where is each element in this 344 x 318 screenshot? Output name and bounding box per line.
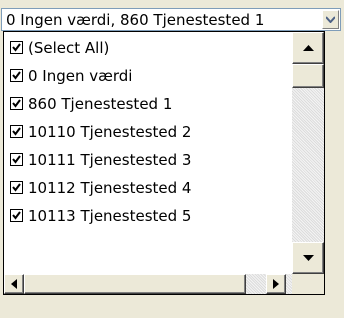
arrow-up-icon <box>303 45 314 51</box>
list-item[interactable]: 10112 Tjenestested 4 <box>10 174 291 202</box>
checkbox[interactable] <box>10 41 23 54</box>
chevron-down-icon <box>326 16 335 23</box>
arrow-left-icon <box>11 279 17 289</box>
item-label: 860 Tjenestested 1 <box>28 95 173 113</box>
arrow-down-icon <box>303 255 314 261</box>
checkmark-icon <box>12 211 21 220</box>
checkbox[interactable] <box>10 69 23 82</box>
checkbox[interactable] <box>10 125 23 138</box>
checkbox[interactable] <box>10 153 23 166</box>
list-item[interactable]: 10113 Tjenestested 5 <box>10 202 291 230</box>
list-item[interactable]: 0 Ingen værdi <box>10 62 291 90</box>
item-label: 10113 Tjenestested 5 <box>28 207 192 225</box>
arrow-right-icon <box>273 279 279 289</box>
checkmark-icon <box>12 127 21 136</box>
scrollbar-corner <box>292 274 324 294</box>
combobox-value: 0 Ingen værdi, 860 Tjenestested 1 <box>6 11 265 29</box>
dropdown-button[interactable] <box>322 10 339 29</box>
horizontal-scrollbar[interactable] <box>4 274 292 294</box>
scroll-left-button[interactable] <box>4 274 24 294</box>
checkmark-icon <box>12 155 21 164</box>
scroll-up-button[interactable] <box>292 32 324 64</box>
checkmark-icon <box>12 71 21 80</box>
checkbox[interactable] <box>10 209 23 222</box>
item-label: (Select All) <box>28 39 110 57</box>
dropdown-list-panel: (Select All) 0 Ingen værdi 860 Tjenestes… <box>3 31 325 295</box>
checkbox[interactable] <box>10 97 23 110</box>
horizontal-scroll-thumb[interactable] <box>24 274 246 294</box>
item-label: 10112 Tjenestested 4 <box>28 179 192 197</box>
list-item[interactable]: (Select All) <box>10 34 291 62</box>
checkmark-icon <box>12 43 21 52</box>
item-label: 10111 Tjenestested 3 <box>28 151 192 169</box>
scroll-down-button[interactable] <box>292 242 324 274</box>
list-item[interactable]: 860 Tjenestested 1 <box>10 90 291 118</box>
list-item[interactable]: 10110 Tjenestested 2 <box>10 118 291 146</box>
vertical-scroll-thumb[interactable] <box>292 64 324 88</box>
checkbox-list: (Select All) 0 Ingen værdi 860 Tjenestes… <box>4 32 291 274</box>
checkbox[interactable] <box>10 181 23 194</box>
scroll-right-button[interactable] <box>266 274 286 294</box>
vertical-scrollbar[interactable] <box>292 32 324 274</box>
checkmark-icon <box>12 99 21 108</box>
filter-combobox[interactable]: 0 Ingen værdi, 860 Tjenestested 1 <box>1 8 341 31</box>
item-label: 0 Ingen værdi <box>28 67 133 85</box>
list-item[interactable]: 10111 Tjenestested 3 <box>10 146 291 174</box>
item-label: 10110 Tjenestested 2 <box>28 123 192 141</box>
checkmark-icon <box>12 183 21 192</box>
